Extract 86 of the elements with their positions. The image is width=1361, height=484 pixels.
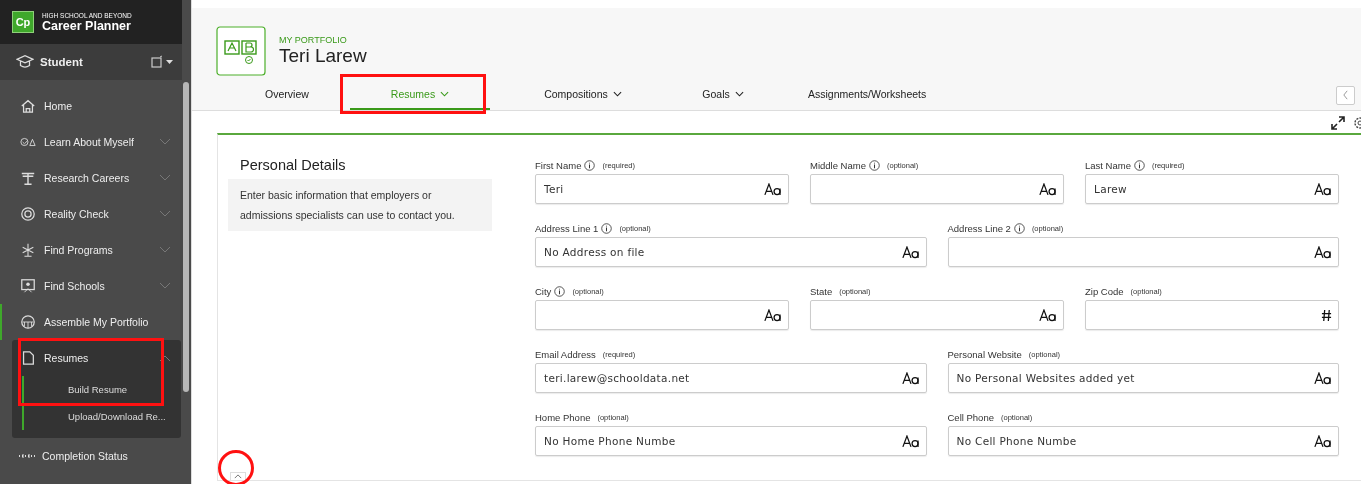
text-format-icon <box>1039 182 1057 196</box>
info-icon[interactable] <box>868 160 880 171</box>
input-field[interactable]: No Address on file <box>535 237 927 267</box>
input-field[interactable]: No Home Phone Numbe <box>535 426 927 456</box>
document-icon <box>20 350 36 366</box>
field-label: Last Name <box>1085 160 1131 171</box>
text-format-icon <box>1039 308 1057 322</box>
section-title: Personal Details <box>240 157 347 173</box>
sparkle-icon <box>20 242 36 258</box>
input-field[interactable] <box>947 237 1339 267</box>
text-format-icon <box>1314 434 1332 448</box>
input-field[interactable] <box>810 300 1064 330</box>
field-label: Home Phone <box>535 412 591 423</box>
sidebar-item[interactable]: Research Careers <box>0 160 182 196</box>
text-format-icon <box>1314 371 1332 385</box>
input-field[interactable]: No Cell Phone Numbe <box>947 426 1339 456</box>
field-label: First Name <box>535 160 582 171</box>
field-label: Zip Code <box>1085 286 1124 297</box>
sidebar-item[interactable]: Learn About Myself <box>0 124 182 160</box>
field-label: Address Line 2 <box>947 223 1011 234</box>
sidebar-item[interactable]: Resumes <box>12 340 182 376</box>
field-label: Middle Name <box>810 160 866 171</box>
sidebar-item[interactable]: Completion Status <box>0 438 182 474</box>
text-format-icon <box>764 308 782 322</box>
sidebar-subitem[interactable]: Upload/Download Re... <box>22 403 182 430</box>
field-label: Cell Phone <box>947 412 994 423</box>
chevron-icon <box>159 282 172 290</box>
tab[interactable]: Resumes <box>350 80 490 110</box>
presentation-icon <box>20 278 36 294</box>
tab[interactable]: Overview <box>232 80 342 110</box>
input-field[interactable] <box>535 300 789 330</box>
graduation-cap-icon <box>16 53 34 71</box>
tab[interactable]: Goals <box>668 80 778 110</box>
text-format-icon <box>901 245 920 259</box>
collapse-button[interactable] <box>230 472 246 480</box>
caret-icon <box>734 91 744 97</box>
sidebar-item[interactable]: Find Programs <box>0 232 182 268</box>
info-icon[interactable] <box>601 223 613 234</box>
field-label: State <box>810 286 833 297</box>
chevron-icon <box>159 138 172 146</box>
input-field[interactable]: No Personal Websites added yet <box>947 363 1339 393</box>
basket-icon <box>20 314 36 330</box>
info-icon[interactable] <box>584 160 596 171</box>
tab[interactable]: Assignments/Worksheets <box>778 80 943 110</box>
field-label: City <box>535 286 552 297</box>
info-icon[interactable] <box>554 286 566 297</box>
field-label: Personal Website <box>947 349 1022 360</box>
tab[interactable]: Compositions <box>498 80 668 110</box>
target-icon <box>20 206 36 222</box>
chevron-icon <box>159 354 172 362</box>
info-icon[interactable] <box>1013 223 1025 234</box>
expand-icon[interactable] <box>1331 116 1345 130</box>
text-format-icon <box>1314 182 1332 196</box>
dots-icon <box>18 453 36 459</box>
hash-icon <box>1321 308 1332 322</box>
input-field[interactable] <box>1085 300 1339 330</box>
portfolio-icon <box>216 26 266 76</box>
caret-icon <box>612 91 622 97</box>
sidebar-item[interactable]: Reality Check <box>0 196 182 232</box>
home-icon <box>20 98 36 114</box>
input-field[interactable] <box>810 174 1064 204</box>
app-title: Career Planner <box>42 18 132 33</box>
field-label: Address Line 1 <box>535 223 599 234</box>
chevron-left-icon <box>1342 90 1349 100</box>
sidebar-subitem[interactable]: Build Resume <box>22 376 182 403</box>
text-format-icon <box>901 434 920 448</box>
signpost-icon <box>20 170 36 186</box>
role-label: Student <box>40 56 84 68</box>
chevron-icon <box>159 246 172 254</box>
page-title: Teri Larew <box>279 45 367 67</box>
role-menu-button[interactable] <box>150 55 174 69</box>
sidebar-item[interactable]: Find Schools <box>0 268 182 304</box>
page-eyebrow: MY PORTFOLIO <box>279 35 348 45</box>
chevron-icon <box>159 174 172 182</box>
input-field[interactable]: Teri <box>535 174 789 204</box>
text-format-icon <box>764 182 782 196</box>
input-field[interactable]: Larew <box>1085 174 1339 204</box>
text-format-icon <box>901 371 920 385</box>
caret-icon <box>440 91 450 97</box>
input-field[interactable]: teri.larew@schooldata.net <box>535 363 927 393</box>
sidebar-item[interactable]: Home <box>0 88 182 124</box>
text-format-icon <box>1314 245 1332 259</box>
chevron-icon <box>159 210 172 218</box>
info-icon[interactable] <box>1133 160 1145 171</box>
field-label: Email Address <box>535 349 596 360</box>
section-description: Enter basic information that employers or admissions specialists can use to contact you. <box>228 179 492 231</box>
